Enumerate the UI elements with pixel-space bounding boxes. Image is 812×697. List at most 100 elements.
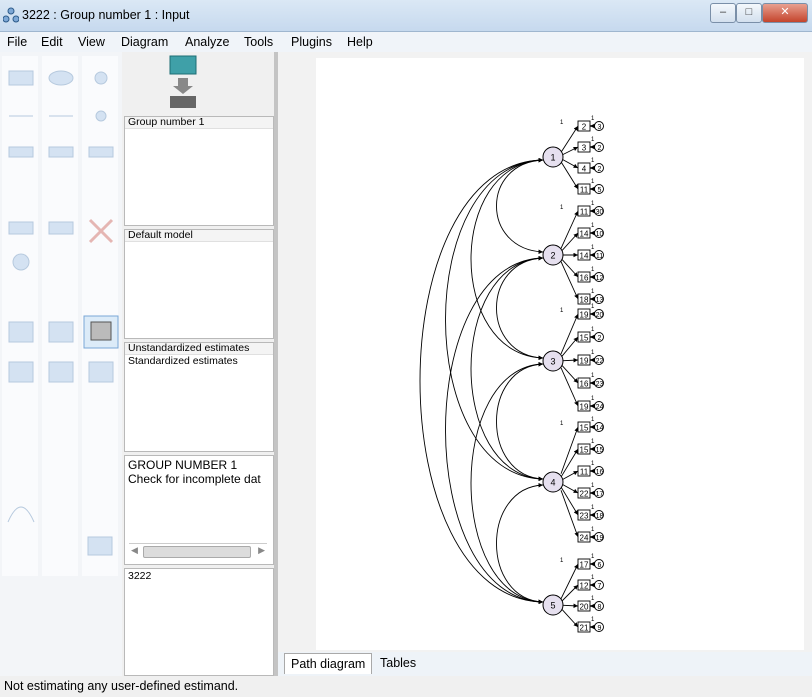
error-weight-label: 1 <box>591 483 595 489</box>
error-weight-label: 1 <box>591 461 595 467</box>
menu-view[interactable]: View <box>78 35 105 49</box>
title-bar: 3222 : Group number 1 : Input – □ ✕ <box>0 0 812 32</box>
file-name[interactable]: 3222 <box>125 570 273 582</box>
select-tool-icon[interactable] <box>8 221 34 235</box>
loading-path <box>560 357 579 363</box>
menu-help[interactable]: Help <box>347 35 373 49</box>
menu-bar: File Edit View Diagram Analyze Tools Plu… <box>0 32 812 52</box>
toolbox <box>0 52 122 676</box>
scrollbar-thumb[interactable] <box>143 546 251 558</box>
view-text-tool-icon[interactable] <box>48 361 74 383</box>
menu-edit[interactable]: Edit <box>41 35 63 49</box>
title-tool-icon[interactable] <box>8 146 34 158</box>
tab-tables[interactable]: Tables <box>374 653 422 673</box>
error-variable-label: 12 <box>596 275 604 282</box>
menu-tools[interactable]: Tools <box>244 35 273 49</box>
path-diagram-canvas[interactable]: 2 3 1 3 2 1 4 2 1 11 5 1 1 1 11 30 1 14 10 1 14 11 1 16 12 1 18 13 1… <box>316 58 804 650</box>
observed-variable-label: 19 <box>580 403 589 412</box>
erase-tool-icon[interactable] <box>88 218 114 244</box>
models-panel: Default model <box>124 229 274 339</box>
latent-factor-label: 2 <box>550 251 555 261</box>
error-weight-label: 1 <box>591 327 595 333</box>
observed-variable-label: 14 <box>580 252 589 261</box>
horizontal-scrollbar[interactable]: ◀ ▶ <box>129 543 267 558</box>
observed-variable-label: 4 <box>582 165 587 174</box>
scroll-right-icon[interactable]: ▶ <box>258 545 265 556</box>
loading-path <box>560 313 579 355</box>
error-variable-label: 7 <box>598 583 602 590</box>
menu-analyze[interactable]: Analyze <box>185 35 229 49</box>
observed-variable-label: 17 <box>580 561 589 570</box>
error-variable-label: 2 <box>598 335 602 342</box>
unstandardized-estimates-item[interactable]: Unstandardized estimates <box>125 343 273 355</box>
error-variable-label: 17 <box>596 491 604 498</box>
observed-variable-label: 19 <box>580 357 589 366</box>
error-variable-label: 24 <box>596 404 604 411</box>
analysis-properties-tool-icon[interactable] <box>48 321 74 343</box>
error-weight-label: 1 <box>591 158 595 164</box>
binoculars-tool-icon[interactable] <box>87 536 113 556</box>
observed-variable-label: 22 <box>580 490 589 499</box>
error-weight-label: 1 <box>591 289 595 295</box>
menu-plugins[interactable]: Plugins <box>291 35 332 49</box>
groups-panel: Group number 1 <box>124 116 274 226</box>
error-weight-label: 1 <box>591 116 595 122</box>
latent-factor-label: 3 <box>550 357 555 367</box>
error-weight-label: 1 <box>591 575 595 581</box>
window-title: 3222 : Group number 1 : Input <box>22 8 190 22</box>
observed-variable-label: 23 <box>580 512 589 521</box>
close-button[interactable]: ✕ <box>762 3 808 23</box>
minimize-button[interactable]: – <box>710 3 736 23</box>
loading-path <box>560 607 579 628</box>
observed-variable-label: 16 <box>580 274 589 283</box>
menu-diagram[interactable]: Diagram <box>121 35 168 49</box>
data-files-tool-icon[interactable] <box>8 321 34 343</box>
loading-weight-label: 1 <box>560 421 564 427</box>
input-output-toggle-icon[interactable] <box>168 54 200 110</box>
indicator-tool-icon[interactable] <box>94 71 108 85</box>
toolbox-icons <box>7 70 119 556</box>
list-data-tool-icon[interactable] <box>88 146 114 158</box>
save-tool-icon[interactable] <box>88 361 114 383</box>
error-variable-label: 10 <box>596 231 604 238</box>
error-weight-label: 1 <box>591 304 595 310</box>
model-name[interactable]: Default model <box>125 230 273 242</box>
loading-weight-label: 1 <box>560 308 564 314</box>
covariance-2-5 <box>445 255 544 605</box>
covariance-1-5 <box>419 157 544 605</box>
standardized-estimates-item[interactable]: Standardized estimates <box>125 355 273 367</box>
error-variable-label: 30 <box>596 209 604 216</box>
error-weight-label: 1 <box>591 179 595 185</box>
observed-variable-tool-icon[interactable] <box>8 70 34 86</box>
table-tool-icon[interactable] <box>90 321 112 341</box>
error-variable-label: 2 <box>598 166 602 173</box>
observed-variable-label: 14 <box>580 230 589 239</box>
error-weight-label: 1 <box>591 396 595 402</box>
message-group-heading: GROUP NUMBER 1 <box>128 458 238 472</box>
messages-panel: GROUP NUMBER 1 Check for incomplete dat … <box>124 455 274 565</box>
latent-factor-label: 4 <box>550 478 555 488</box>
error-weight-label: 1 <box>591 527 595 533</box>
distribution-tool-icon[interactable] <box>7 506 35 523</box>
calculate-estimates-tool-icon[interactable] <box>8 361 34 383</box>
move-tool-icon[interactable] <box>12 253 30 271</box>
error-variable-label: 20 <box>596 312 604 319</box>
error-variable-label: 18 <box>596 513 604 520</box>
status-bar: Not estimating any user-defined estimand… <box>0 676 812 697</box>
error-variable-label: 13 <box>596 297 604 304</box>
loading-weight-label: 1 <box>560 120 564 126</box>
menu-file[interactable]: File <box>7 35 27 49</box>
latent-variable-tool-icon[interactable] <box>48 70 74 86</box>
group-name[interactable]: Group number 1 <box>125 117 273 129</box>
select-all-tool-icon[interactable] <box>48 221 74 235</box>
maximize-button[interactable]: □ <box>736 3 762 23</box>
list-variables-tool-icon[interactable] <box>48 146 74 158</box>
loading-path <box>560 603 579 609</box>
error-variable-label: 19 <box>596 535 604 542</box>
tab-path-diagram[interactable]: Path diagram <box>284 653 373 674</box>
status-text: Not estimating any user-defined estimand… <box>4 679 239 693</box>
scroll-left-icon[interactable]: ◀ <box>131 545 138 556</box>
error-variable-label: 23 <box>596 381 604 388</box>
covariance-1-2 <box>496 157 544 255</box>
unique-variable-tool-icon[interactable] <box>95 110 107 122</box>
